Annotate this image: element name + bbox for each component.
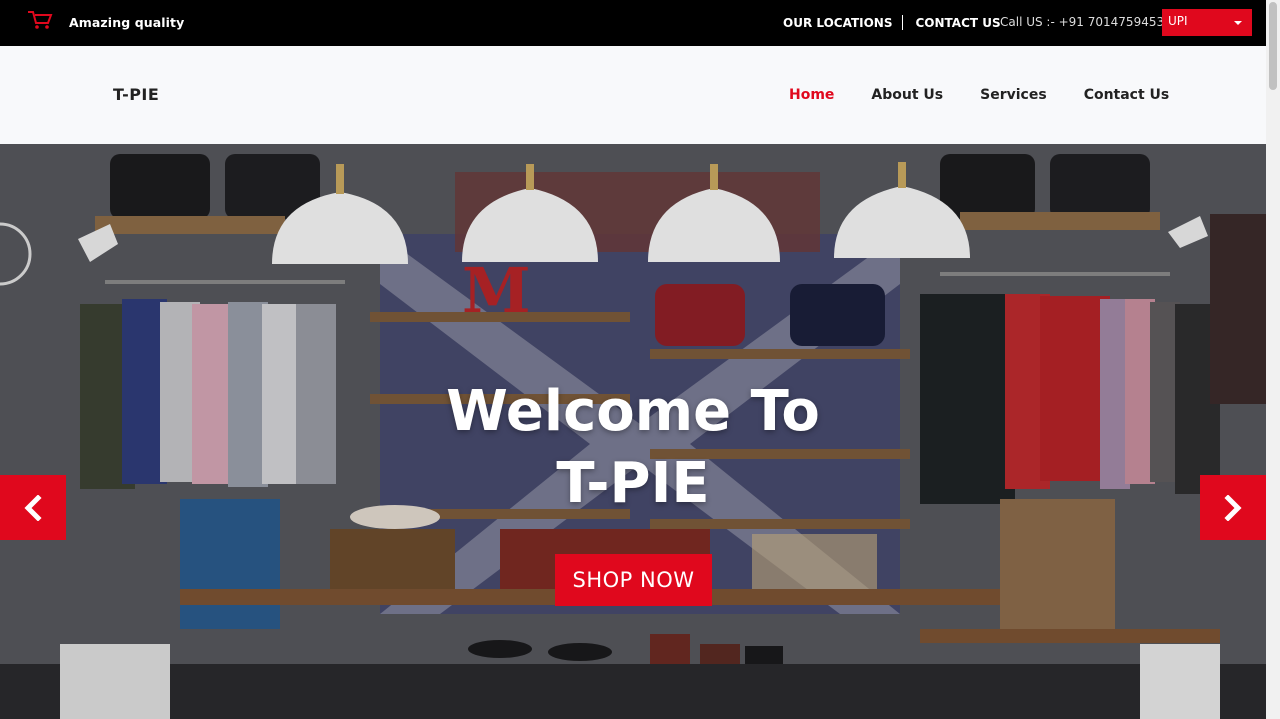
top-links: OUR LOCATIONS CONTACT US xyxy=(783,15,1001,30)
hero-carousel: M Welcome To T-PIE SHOP NOW xyxy=(0,144,1266,719)
cart-icon[interactable] xyxy=(26,9,54,31)
tagline: Amazing quality xyxy=(69,15,185,30)
nav-item-about-us[interactable]: About Us xyxy=(871,87,943,103)
payment-select-value: UPI xyxy=(1168,14,1188,28)
call-us-text: Call US :- +91 7014759453 xyxy=(1000,15,1165,29)
scrollbar-thumb[interactable] xyxy=(1269,2,1277,90)
hero-title-line2: T-PIE xyxy=(556,451,710,516)
hero-title-line1: Welcome To xyxy=(446,379,820,444)
divider xyxy=(902,15,904,30)
top-bar: Amazing quality OUR LOCATIONS CONTACT US… xyxy=(0,0,1266,46)
carousel-prev-button[interactable] xyxy=(0,475,66,540)
shop-now-button[interactable]: SHOP NOW xyxy=(555,554,712,606)
contact-us-top-link[interactable]: CONTACT US xyxy=(915,16,1000,30)
payment-select[interactable]: UPI xyxy=(1162,9,1252,36)
hero-title: Welcome To T-PIE xyxy=(0,376,1266,520)
brand-logo[interactable]: T-PIE xyxy=(113,85,159,104)
main-navbar: T-PIE Home About Us Services Contact Us xyxy=(0,46,1266,144)
nav-item-services[interactable]: Services xyxy=(980,87,1047,103)
carousel-next-button[interactable] xyxy=(1200,475,1266,540)
our-locations-link[interactable]: OUR LOCATIONS xyxy=(783,16,892,30)
nav-item-contact-us[interactable]: Contact Us xyxy=(1084,87,1170,103)
chevron-right-icon xyxy=(1224,494,1242,521)
nav-item-home[interactable]: Home xyxy=(789,87,834,103)
main-menu: Home About Us Services Contact Us xyxy=(789,87,1206,103)
chevron-down-icon xyxy=(1234,21,1242,25)
page-scrollbar[interactable] xyxy=(1266,0,1280,719)
chevron-left-icon xyxy=(24,494,42,521)
